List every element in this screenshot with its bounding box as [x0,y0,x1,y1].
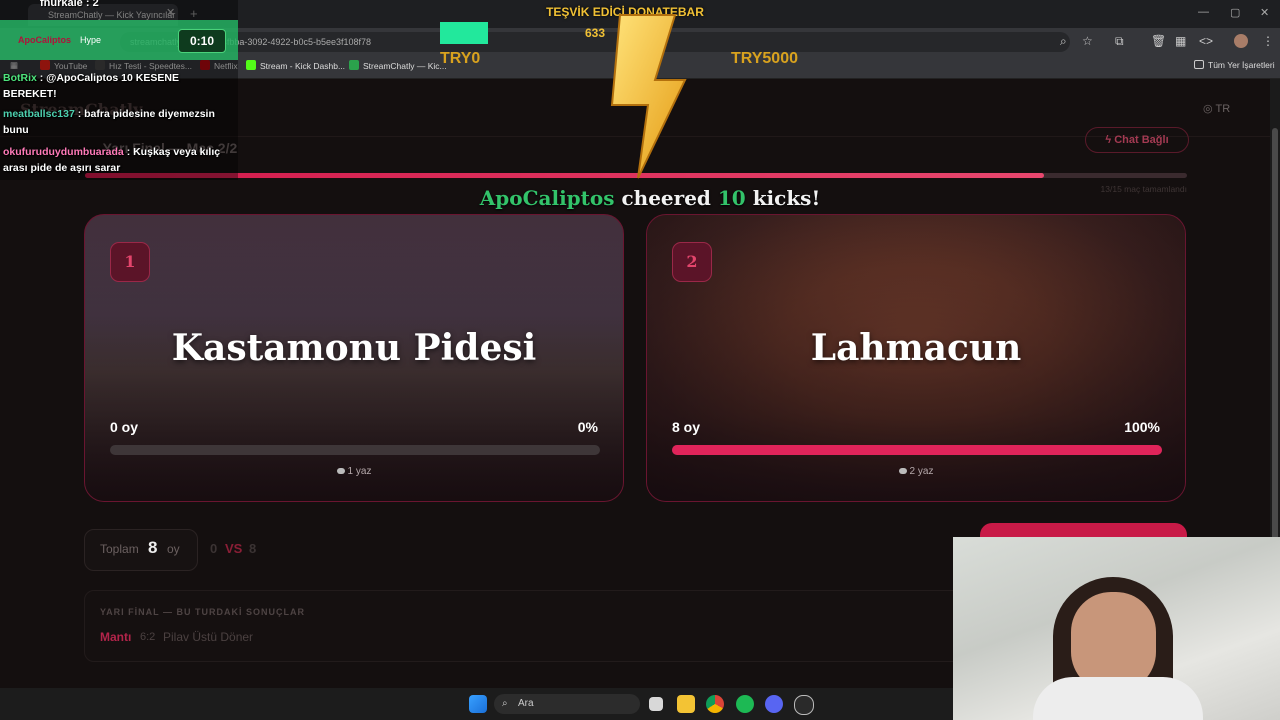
round-results-panel [84,590,966,662]
result-loser: Pilav Üstü Döner [163,630,254,644]
profile-avatar[interactable] [1234,34,1248,48]
chat-message: okufuruduydumbuarada : Kuşkaş veya kılıç… [3,146,221,174]
bookmark-streamchatly[interactable]: StreamChatly — Kic... [349,60,447,71]
comment-count: 1 yaz [85,466,623,477]
results-heading: YARI FİNAL — BU TURDAKİ SONUÇLAR [100,607,306,617]
task-view-icon[interactable] [649,697,663,711]
apps-icon[interactable]: ▦ [1175,34,1186,48]
discord-icon[interactable] [765,695,783,713]
webcam-shirt [1033,677,1203,720]
score-left: 0 [210,541,218,556]
total-label: Toplam [100,542,139,556]
vote-count: 0 oy [110,419,139,435]
comment-icon [898,468,907,474]
overlay-mini-label: ApoCaliptos [18,35,71,45]
language-switch[interactable]: ◎ TR [1203,102,1230,115]
cheer-unit: kicks! [752,186,821,210]
overlay-top-user: fnurkale : 2 [40,0,99,9]
choice-title: Kastamonu Pidesi [171,327,537,369]
window-close-icon[interactable]: ✕ [1260,6,1269,19]
donation-progress-fill [440,22,488,44]
total-value: 8 [148,538,158,557]
vs-label: VS [225,541,243,556]
scrollbar-thumb[interactable] [1272,128,1278,558]
choice-number-badge: 2 [672,242,712,282]
vote-percent: 0% [577,419,598,435]
choice-card-1[interactable]: 1 Kastamonu Pidesi 0 oy 0% 1 yaz [84,214,624,502]
zoom-icon[interactable]: ⌕ [1060,34,1067,49]
start-icon[interactable] [469,695,487,713]
choice-title: Lahmacun [810,327,1022,369]
vote-count: 8 oy [672,419,701,435]
overlay-timer: 0:10 [178,29,226,53]
menu-dots-icon[interactable]: ⋮ [1262,34,1274,48]
extensions-icon[interactable]: ⧉ [1115,34,1124,49]
minimize-icon[interactable]: — [1198,6,1209,18]
next-match-button[interactable] [980,523,1187,537]
progress-text: 13/15 maç tamamlandı [1100,184,1187,194]
cheer-user: ApoCaliptos [479,186,615,210]
devtools-icon[interactable]: <> [1199,34,1213,48]
cheer-alert: ApoCaliptos cheered 10 kicks! [420,186,880,210]
comment-icon [336,468,345,474]
spotify-icon[interactable] [736,695,754,713]
overlay-mini-sub: Hype [80,35,102,45]
vote-percent: 100% [1124,419,1160,435]
vote-bar-track [110,445,600,455]
score-right: 8 [249,541,257,556]
result-score: 6:2 [140,631,156,643]
trash-icon[interactable]: 🗑 [1151,34,1166,48]
chat-message: BotRix : @ApoCaliptos 10 KESENE BEREKET! [3,72,179,100]
choice-number-badge: 1 [110,242,150,282]
donation-max: TRY5000 [731,50,798,67]
chat-connected-button[interactable]: ϟ Chat Bağlı [1085,127,1189,153]
comment-count: 2 yaz [647,466,1185,477]
cheer-amount: 10 [717,186,746,210]
chrome-icon[interactable] [706,695,724,713]
lightning-bolt-icon [610,14,687,179]
file-explorer-icon[interactable] [677,695,695,713]
result-winner: Mantı [100,630,132,644]
webcam-feed [953,537,1280,720]
taskbar-search[interactable]: ⌕ Ara [494,694,640,714]
search-icon: ⌕ [502,698,508,709]
chat-message: meatballsc137 : bafra pidesine diyemezsi… [3,108,215,136]
donation-min: TRY0 [440,50,481,67]
choice-card-2[interactable]: 2 Lahmacun 8 oy 100% 2 yaz [646,214,1186,502]
bookmark-kick-dashboard[interactable]: Stream - Kick Dashb... [246,60,345,71]
cheer-verb: cheered [621,186,711,210]
total-unit: oy [167,542,180,556]
maximize-icon[interactable]: ▢ [1230,6,1240,19]
vote-bar-fill [672,445,1162,455]
obs-icon[interactable] [794,695,814,715]
bookmark-star-icon[interactable]: ☆ [1082,34,1093,48]
bookmarks-folder[interactable]: Tüm Yer İşaretleri [1194,60,1275,70]
